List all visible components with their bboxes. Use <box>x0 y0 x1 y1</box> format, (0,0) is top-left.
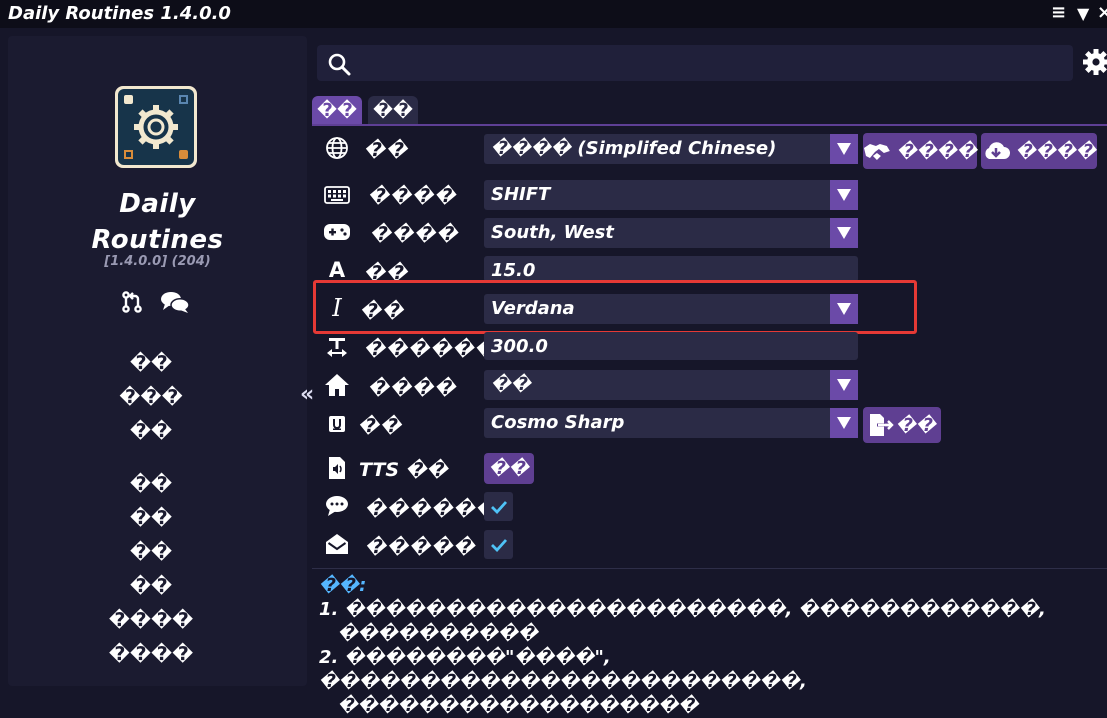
highlight-box <box>313 280 917 334</box>
gamepad-icon <box>322 221 352 243</box>
hotkey-select-value: SHIFT <box>491 184 551 205</box>
sidebar-item[interactable]: �� <box>8 352 294 374</box>
close-icon[interactable]: × <box>1097 2 1107 23</box>
check-icon <box>490 538 507 552</box>
gamepad-select[interactable]: South, West <box>484 218 858 248</box>
sidebar: Daily Routines [1.4.0.0] (204) « �� ��� … <box>8 36 314 686</box>
ui-font-select-value: Cosmo Sharp <box>491 412 625 433</box>
language-select-value: ���� (Simplifed Chinese) <box>491 138 777 159</box>
width-value: 300.0 <box>491 336 548 357</box>
home-select[interactable]: �� <box>484 370 858 400</box>
export-button-label: �� <box>895 414 937 436</box>
text-width-icon <box>322 336 352 358</box>
menu-icon[interactable]: ≡ <box>1051 2 1066 23</box>
file-export-icon <box>869 414 894 436</box>
download-button-label: ���� <box>1015 140 1097 162</box>
app-name-line2: Routines <box>91 225 224 255</box>
sidebar-item[interactable]: �� <box>8 473 294 495</box>
sidebar-item[interactable]: ��� <box>8 386 294 408</box>
mail-label: ����� <box>365 536 476 558</box>
underline-icon <box>322 414 352 434</box>
tab-underline <box>312 124 1107 126</box>
notes-line: ������������������ <box>319 695 699 716</box>
cloud-download-icon <box>985 142 1010 159</box>
tts-label: TTS �� <box>359 459 448 481</box>
translate-button-label: ���� <box>896 140 977 162</box>
home-icon <box>322 373 352 397</box>
language-label: �� <box>364 139 409 161</box>
sidebar-item[interactable]: �� <box>8 420 294 442</box>
mail-checkbox[interactable] <box>484 530 513 559</box>
sidebar-item[interactable]: ���� <box>8 643 294 665</box>
font-size-input[interactable]: 15.0 <box>484 256 858 282</box>
envelope-open-icon <box>322 532 352 556</box>
sidebar-item[interactable]: �� <box>8 507 294 529</box>
notes-section: ��: 1. ����������������������, ���������… <box>319 574 1099 718</box>
check-icon <box>490 500 507 514</box>
width-input[interactable]: 300.0 <box>484 332 858 360</box>
font-size-value: 15.0 <box>491 260 536 281</box>
sidebar-item[interactable]: �� <box>8 541 294 563</box>
notes-line: 2. ��������"����", ���������������������… <box>319 647 807 692</box>
font-size-icon: A <box>328 258 346 282</box>
hotkey-select[interactable]: SHIFT <box>484 180 858 210</box>
sidebar-icon-row <box>120 290 190 314</box>
app-version: [1.4.0.0] (204) <box>104 254 211 269</box>
chat-checkbox[interactable] <box>484 492 513 521</box>
notes-header: ��: <box>319 575 367 596</box>
chevron-down-icon <box>830 408 858 438</box>
audio-file-icon <box>322 456 352 480</box>
language-select[interactable]: ���� (Simplifed Chinese) <box>484 134 858 164</box>
chevron-down-icon <box>830 370 858 400</box>
app-logo <box>115 86 197 168</box>
ui-font-select[interactable]: Cosmo Sharp <box>484 408 858 438</box>
hotkey-label: ���� <box>368 185 457 207</box>
divider <box>312 568 1107 569</box>
chevron-down-icon <box>830 134 858 164</box>
sidebar-item[interactable]: ���� <box>8 609 294 631</box>
home-label: ���� <box>368 377 457 399</box>
handshake-icon <box>863 144 890 160</box>
export-button[interactable]: �� <box>863 407 941 443</box>
gear-logo-icon <box>134 105 178 149</box>
notes-line: 1. ����������������������, ������������, <box>319 599 1046 620</box>
notes-line: ���������� <box>319 623 539 644</box>
home-select-value: �� <box>491 374 532 395</box>
title-bar: Daily Routines 1.4.0.0 ≡ ▼ × <box>0 0 1107 28</box>
git-pull-request-icon[interactable] <box>120 290 144 314</box>
search-input[interactable] <box>317 45 1073 81</box>
ui-font-label: �� <box>358 415 403 437</box>
window-title: Daily Routines 1.4.0.0 <box>8 3 231 24</box>
comments-icon[interactable] <box>160 290 190 314</box>
chevron-down-icon <box>830 180 858 210</box>
gamepad-label: ���� <box>370 223 459 245</box>
app-name-line1: Daily <box>119 189 196 219</box>
app-name: Daily Routines <box>8 186 307 258</box>
tab-general[interactable]: �� <box>312 96 362 124</box>
tts-button-label: �� <box>488 458 530 479</box>
chat-label: ������ <box>365 498 498 520</box>
chat-icon <box>322 494 352 518</box>
settings-gear-icon[interactable] <box>1082 47 1107 77</box>
globe-icon <box>322 135 352 161</box>
tts-button[interactable]: �� <box>484 453 534 484</box>
keyboard-icon <box>322 184 352 206</box>
dropdown-icon[interactable]: ▼ <box>1077 4 1089 23</box>
chevron-down-icon <box>830 218 858 248</box>
gamepad-select-value: South, West <box>491 222 614 243</box>
search-icon <box>328 53 351 76</box>
sidebar-item[interactable]: �� <box>8 575 294 597</box>
download-button[interactable]: ���� <box>981 133 1097 169</box>
width-label: ������ <box>364 338 497 360</box>
sidebar-collapse-button[interactable]: « <box>300 382 314 407</box>
translate-button[interactable]: ���� <box>863 133 977 169</box>
tab-advanced[interactable]: �� <box>368 96 418 124</box>
